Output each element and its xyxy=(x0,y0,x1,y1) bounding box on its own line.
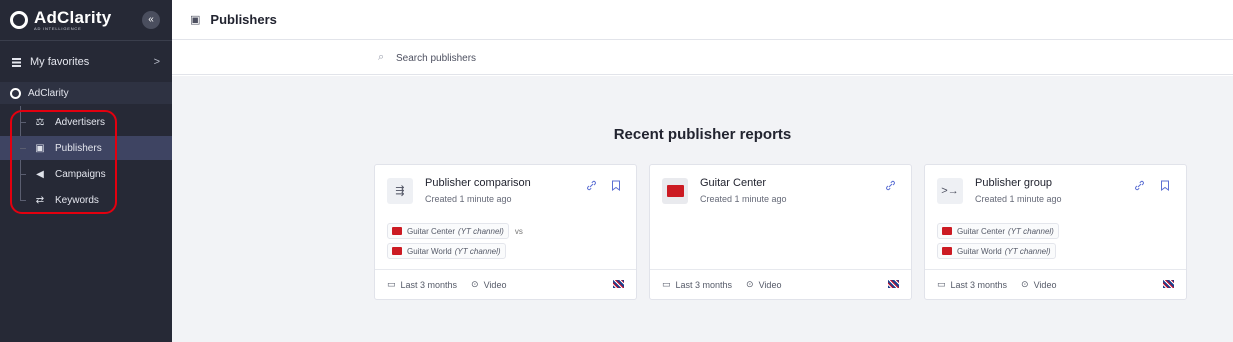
adclarity-logo-icon xyxy=(10,87,21,99)
card-subtitle: Created 1 minute ago xyxy=(425,194,512,204)
app-root: AdClarity AD INTELLIGENCE « My favorites… xyxy=(0,0,1233,342)
report-card[interactable]: >→ Publisher group Created 1 minute ago … xyxy=(924,164,1187,300)
period-label: Last 3 months xyxy=(950,279,1008,290)
publisher-tag: Guitar Center (YT channel) xyxy=(937,223,1059,239)
bookmark-icon[interactable] xyxy=(1160,180,1170,191)
card-footer: ▭ Last 3 months ⊙ Video xyxy=(650,269,911,299)
collapse-sidebar-button[interactable]: « xyxy=(142,11,160,29)
card-title[interactable]: Guitar Center xyxy=(700,177,766,189)
logo[interactable]: AdClarity AD INTELLIGENCE « xyxy=(0,0,172,40)
play-icon: ⊙ xyxy=(1021,279,1029,289)
publisher-logo-icon xyxy=(392,227,402,235)
logo-subtitle: AD INTELLIGENCE xyxy=(34,25,82,31)
sidebar-section-adclarity[interactable]: AdClarity xyxy=(0,82,172,104)
main-content: Recent publisher reports ⇶ Publisher com… xyxy=(172,76,1233,342)
card-title[interactable]: Publisher group xyxy=(975,177,1052,189)
publisher-logo-icon xyxy=(942,227,952,235)
card-footer: ▭ Last 3 months ⊙ Video xyxy=(375,269,636,299)
adclarity-logo-icon xyxy=(10,11,28,29)
uk-flag-icon xyxy=(888,280,899,288)
media-label: Video xyxy=(758,279,782,290)
list-icon xyxy=(12,57,21,67)
calendar-icon: ▭ xyxy=(937,279,946,289)
card-subtitle: Created 1 minute ago xyxy=(700,194,787,204)
publisher-logo-icon xyxy=(942,247,952,255)
calendar-icon: ▭ xyxy=(387,279,396,289)
vs-label: vs xyxy=(514,226,523,236)
report-card[interactable]: Guitar Center Created 1 minute ago ▭ Las… xyxy=(649,164,912,300)
play-icon: ⊙ xyxy=(471,279,479,289)
media-label: Video xyxy=(483,279,507,290)
publisher-tag: Guitar World (YT channel) xyxy=(387,243,506,259)
page-title: Publishers xyxy=(210,12,277,27)
link-icon[interactable] xyxy=(586,180,597,191)
group-icon: >→ xyxy=(937,178,963,204)
calendar-icon: ▭ xyxy=(662,279,671,289)
sidebar: AdClarity AD INTELLIGENCE « My favorites… xyxy=(0,0,172,342)
logo-name: AdClarity xyxy=(34,7,112,27)
play-icon: ⊙ xyxy=(746,279,754,289)
divider xyxy=(0,40,172,41)
uk-flag-icon xyxy=(1163,280,1174,288)
period-label: Last 3 months xyxy=(675,279,733,290)
publisher-logo-icon xyxy=(662,178,688,204)
report-card[interactable]: ⇶ Publisher comparison Created 1 minute … xyxy=(374,164,637,300)
card-title[interactable]: Publisher comparison xyxy=(425,177,531,189)
highlight-annotation xyxy=(10,110,117,214)
sidebar-item-favorites[interactable]: My favorites > xyxy=(0,50,172,74)
period-label: Last 3 months xyxy=(400,279,458,290)
page-header: ▣ Publishers xyxy=(172,0,1233,40)
compare-icon: ⇶ xyxy=(387,178,413,204)
search-icon: ⌕ xyxy=(378,51,385,63)
publisher-logo-icon xyxy=(392,247,402,255)
publisher-tag: Guitar World (YT channel) xyxy=(937,243,1056,259)
bookmark-icon[interactable] xyxy=(611,180,621,191)
card-tags: Guitar Center (YT channel) Guitar World … xyxy=(937,223,1059,263)
sidebar-item-label: My favorites xyxy=(30,56,90,68)
card-tags: Guitar Center (YT channel) vs Guitar Wor… xyxy=(387,223,523,263)
publisher-tag: Guitar Center (YT channel) xyxy=(387,223,509,239)
search-input[interactable] xyxy=(396,48,796,68)
link-icon[interactable] xyxy=(885,180,896,191)
section-label: AdClarity xyxy=(28,87,69,99)
chevron-right-icon: > xyxy=(153,56,160,68)
uk-flag-icon xyxy=(613,280,624,288)
section-title: Recent publisher reports xyxy=(613,126,792,143)
link-icon[interactable] xyxy=(1134,180,1145,191)
search-bar: ⌕ xyxy=(172,41,1233,75)
media-label: Video xyxy=(1033,279,1057,290)
card-subtitle: Created 1 minute ago xyxy=(975,194,1062,204)
card-footer: ▭ Last 3 months ⊙ Video xyxy=(925,269,1186,299)
monitor-icon: ▣ xyxy=(190,14,201,26)
